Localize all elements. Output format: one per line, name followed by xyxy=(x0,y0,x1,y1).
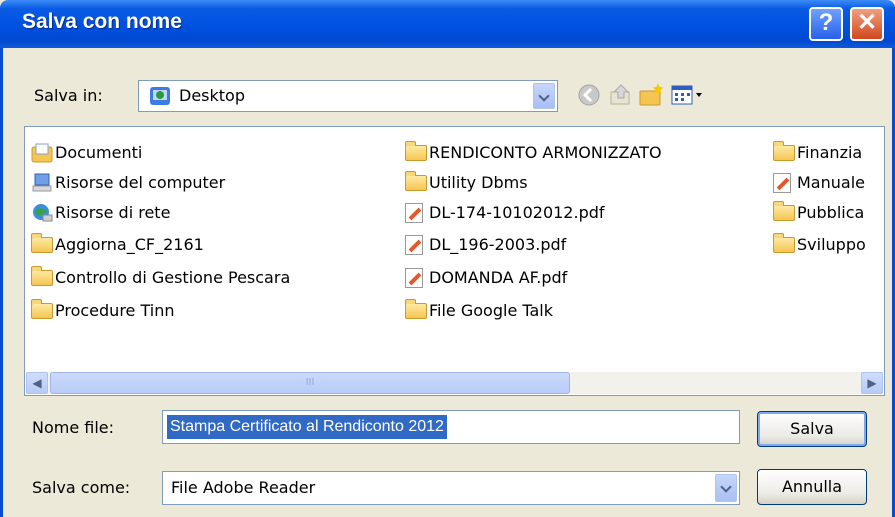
pdf-icon xyxy=(405,235,427,255)
my-computer-icon xyxy=(31,173,53,193)
pdf-icon xyxy=(405,203,427,223)
folder-shortcut-icon xyxy=(773,201,795,223)
list-item[interactable]: DL-174-10102012.pdf xyxy=(405,201,605,225)
list-item[interactable]: Documenti xyxy=(31,141,142,165)
folder-icon xyxy=(405,141,427,163)
list-item[interactable]: File Google Talk xyxy=(405,299,553,323)
network-icon xyxy=(31,203,53,223)
list-item[interactable]: Risorse di rete xyxy=(31,201,170,225)
cancel-button[interactable]: Annulla xyxy=(757,469,867,505)
list-item[interactable]: Finanzia xyxy=(773,141,862,165)
close-button[interactable]: ✕ xyxy=(850,7,884,41)
list-item[interactable]: Utility Dbms xyxy=(405,171,528,195)
window-title: Salva con nome xyxy=(22,10,182,33)
list-item[interactable]: RENDICONTO ARMONIZZATO xyxy=(405,141,662,165)
views-menu-icon[interactable] xyxy=(670,82,706,108)
filename-input[interactable]: Stampa Certificato al Rendiconto 2012 xyxy=(162,410,740,444)
help-button[interactable]: ? xyxy=(809,7,843,41)
folder-icon xyxy=(31,299,53,321)
new-folder-icon[interactable] xyxy=(638,82,664,108)
chevron-down-icon[interactable] xyxy=(715,474,737,502)
folder-shortcut-icon xyxy=(773,141,795,163)
chevron-down-icon[interactable] xyxy=(533,83,555,109)
list-item[interactable]: Sviluppo xyxy=(773,233,866,257)
my-documents-icon xyxy=(31,143,53,163)
scroll-right-button[interactable]: ▶ xyxy=(861,372,883,394)
list-item[interactable]: Controllo di Gestione Pescara xyxy=(31,266,290,290)
title-bar[interactable]: Salva con nome ? ✕ xyxy=(0,0,895,48)
pdf-icon xyxy=(405,268,427,288)
filename-value: Stampa Certificato al Rendiconto 2012 xyxy=(167,415,447,439)
scroll-grip: III xyxy=(305,377,315,388)
folder-icon xyxy=(405,171,427,193)
scroll-left-button[interactable]: ◀ xyxy=(26,372,48,394)
folder-shortcut-icon xyxy=(405,299,427,321)
filename-label: Nome file: xyxy=(32,418,115,437)
file-list[interactable]: Documenti Risorse del computer Risorse d… xyxy=(24,126,885,396)
list-item[interactable]: DL_196-2003.pdf xyxy=(405,233,566,257)
list-item[interactable]: Risorse del computer xyxy=(31,171,225,195)
desktop-icon xyxy=(149,85,171,111)
filetype-label: Salva come: xyxy=(32,478,131,497)
list-item[interactable]: Pubblica xyxy=(773,201,864,225)
list-item[interactable]: Manuale xyxy=(773,171,865,195)
back-icon[interactable] xyxy=(576,82,602,108)
save-in-combo[interactable]: Desktop xyxy=(138,80,558,112)
folder-shortcut-icon xyxy=(773,233,795,255)
up-folder-icon[interactable] xyxy=(608,82,634,108)
pdf-icon xyxy=(773,173,795,193)
save-in-label: Salva in: xyxy=(34,86,103,105)
filetype-value: File Adobe Reader xyxy=(171,478,316,497)
filetype-combo[interactable]: File Adobe Reader xyxy=(162,471,740,505)
horizontal-scrollbar[interactable]: ◀ III ▶ xyxy=(26,372,883,394)
list-item[interactable]: DOMANDA AF.pdf xyxy=(405,266,567,290)
folder-icon xyxy=(31,233,53,255)
folder-icon xyxy=(31,266,53,288)
save-button[interactable]: Salva xyxy=(757,411,867,447)
list-item[interactable]: Aggiorna_CF_2161 xyxy=(31,233,204,257)
list-item[interactable]: Procedure Tinn xyxy=(31,299,174,323)
scroll-thumb[interactable]: III xyxy=(50,372,570,394)
save-in-value: Desktop xyxy=(179,86,245,105)
